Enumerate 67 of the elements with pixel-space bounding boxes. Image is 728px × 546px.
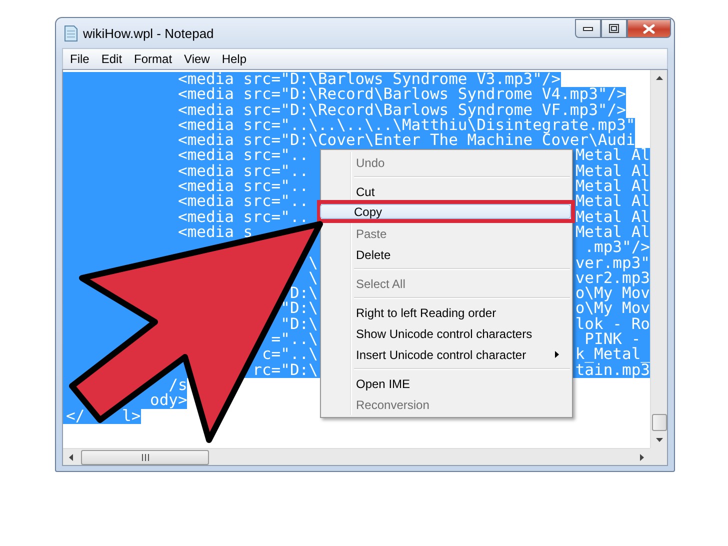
code-text: \	[308, 270, 318, 286]
code-text: <media src="..	[176, 179, 309, 194]
code-text: <media src="D:\Cover\Enter The Machine Cover\Audi	[176, 133, 636, 148]
code-text: \	[308, 256, 318, 271]
code-text: c="..\	[260, 347, 318, 363]
menu-item[interactable]: File	[64, 51, 96, 67]
scroll-down-icon[interactable]	[656, 436, 663, 443]
close-icon	[643, 24, 655, 34]
code-text: tain.mp3	[575, 362, 650, 378]
menu-item[interactable]: View	[178, 51, 216, 67]
minimize-button[interactable]	[575, 19, 601, 38]
menu-item[interactable]: Edit	[95, 51, 128, 67]
minimize-icon	[583, 26, 593, 30]
maximize-icon	[609, 24, 619, 33]
code-text: k_Metal_	[575, 347, 650, 363]
code-text: <media src="D:\Record\Barlows Syndrome VF.mp3"/>	[176, 102, 626, 118]
code-text: PINK -	[584, 332, 641, 348]
scroll-thumb[interactable]	[652, 414, 667, 431]
horizontal-scrollbar[interactable]	[63, 448, 650, 465]
code-text: Metal Al	[575, 194, 650, 210]
code-text: D:\	[290, 286, 318, 302]
code-text: /s	[168, 378, 188, 394]
code-text: Metal Al	[575, 164, 650, 180]
vertical-scrollbar[interactable]	[650, 70, 667, 448]
scroll-right-icon[interactable]	[638, 454, 645, 460]
window-title: wikiHow.wpl - Notepad	[83, 26, 214, 40]
code-text: o\My Mov	[575, 286, 650, 302]
code-text: Metal Al	[575, 179, 650, 194]
code-text: <media src="..	[176, 148, 309, 164]
grip-icon	[142, 454, 148, 460]
menu-item[interactable]: Insert Unicode control character	[323, 346, 570, 363]
code-text: </	[66, 408, 85, 424]
code-text: <media src="..\..\..\..\Matthiu\Disintegrate.mp3"	[176, 118, 636, 134]
menu-item[interactable]: Copy	[320, 204, 571, 219]
close-button[interactable]	[627, 19, 671, 38]
menu-item[interactable]: Show Unicode control characters	[323, 325, 570, 342]
menu-item[interactable]: Right to left Reading order	[323, 304, 570, 321]
code-text: <media src="..	[176, 164, 309, 180]
code-text: <media src="D:\Record\Barlows Syndrome V4.mp3"/>	[176, 87, 626, 103]
code-text: "D:\	[280, 316, 318, 332]
menu-item[interactable]: Help	[216, 51, 253, 67]
code-text: lok - Ro	[575, 316, 650, 332]
menu-item[interactable]: Open IME	[323, 375, 570, 392]
code-text: "D:\	[280, 301, 318, 317]
code-text: Metal Al	[575, 224, 650, 240]
code-text: <media src="D:\Barlows Syndrome V3.mp3"/>	[176, 72, 561, 88]
menu-item[interactable]: Format	[128, 51, 178, 67]
menu-item[interactable]: Cut	[323, 183, 570, 200]
code-text: <media src="..	[176, 210, 309, 225]
menu-item[interactable]: Delete	[323, 246, 570, 263]
scroll-thumb[interactable]	[81, 450, 209, 464]
code-text: ver.mp3"	[575, 256, 650, 271]
code-text: <media s	[176, 224, 253, 240]
code-text: rc="D:\	[252, 362, 318, 378]
scroll-up-icon[interactable]	[656, 75, 663, 82]
code-text: .mp3"/>	[584, 240, 650, 256]
code-text: Metal Al	[575, 210, 650, 225]
code-text: ="..\	[271, 332, 318, 348]
code-text: <media src="..	[176, 194, 309, 210]
code-text: l>	[120, 408, 141, 424]
notepad-icon	[63, 24, 78, 42]
scroll-left-icon[interactable]	[68, 454, 75, 460]
code-text: Metal Al	[575, 148, 650, 164]
code-text: ody>	[148, 393, 188, 409]
code-text: ver2.mp3	[575, 270, 650, 286]
code-text: o\My Mov	[575, 301, 650, 317]
maximize-button[interactable]	[601, 19, 627, 38]
